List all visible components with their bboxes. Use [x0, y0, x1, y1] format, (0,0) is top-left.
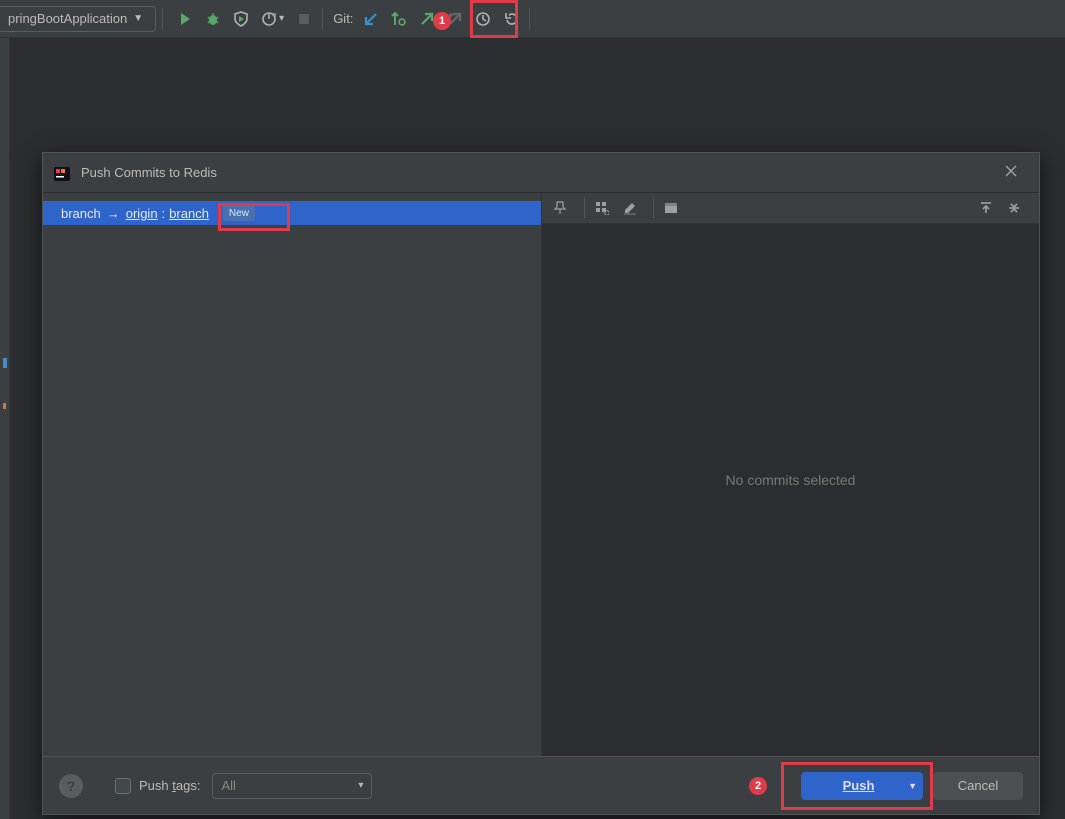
stop-icon[interactable]	[292, 7, 316, 31]
dialog-body: branch → origin : branch New	[43, 193, 1039, 756]
push-tags-checkbox[interactable]	[115, 778, 131, 794]
no-commits-placeholder: No commits selected	[542, 204, 1039, 756]
main-toolbar: pringBootApplication ▼ ▾ Git:	[0, 0, 1065, 38]
dialog-footer: ? Push tags: All ▾ 2 Push ▼ Cancel	[43, 756, 1039, 814]
debug-icon[interactable]	[201, 7, 225, 31]
annotation-badge-2: 2	[749, 777, 767, 795]
branch-colon: :	[162, 206, 166, 221]
dialog-titlebar: Push Commits to Redis	[43, 153, 1039, 193]
push-tags-select[interactable]: All ▾	[212, 773, 372, 799]
chevron-down-icon: ▾	[358, 780, 363, 791]
push-tags-label: Push tags:	[139, 778, 200, 793]
toolbar-separator	[322, 8, 323, 30]
local-branch-label: branch	[61, 206, 101, 221]
toolbar-separator	[529, 8, 530, 30]
push-dialog: Push Commits to Redis branch → origin : …	[42, 152, 1040, 815]
chevron-down-icon: ▼	[133, 13, 143, 24]
run-icon[interactable]	[173, 7, 197, 31]
coverage-icon[interactable]	[229, 7, 253, 31]
edit-icon[interactable]	[619, 197, 641, 219]
annotation-badge-1: 1	[433, 12, 451, 30]
app-icon	[53, 164, 71, 182]
close-icon[interactable]	[1003, 163, 1029, 179]
git-label: Git:	[333, 11, 353, 26]
diff-preview-pane: No commits selected	[542, 193, 1039, 756]
profile-chevron-icon[interactable]: ▾	[279, 13, 284, 24]
gutter-marker-orange	[3, 403, 6, 409]
pin-icon[interactable]	[550, 197, 572, 219]
target-branch-link[interactable]: branch	[169, 206, 209, 221]
run-config-label: pringBootApplication	[8, 11, 127, 26]
cancel-button[interactable]: Cancel	[933, 772, 1023, 800]
grid-icon[interactable]	[591, 197, 613, 219]
push-button[interactable]: Push ▼	[801, 772, 923, 800]
cancel-button-label: Cancel	[958, 778, 998, 793]
push-button-label: Push	[819, 778, 898, 793]
editor-gutter	[0, 38, 9, 819]
branch-row[interactable]: branch → origin : branch New	[43, 201, 541, 225]
new-branch-tag: New	[223, 205, 255, 221]
push-tags-select-value: All	[221, 778, 235, 793]
profile-icon[interactable]	[257, 7, 281, 31]
git-commit-icon[interactable]	[387, 7, 411, 31]
toolbar-separator	[162, 8, 163, 30]
git-pull-icon[interactable]	[359, 7, 383, 31]
arrow-icon: →	[107, 206, 120, 221]
gutter-marker-blue	[3, 358, 7, 368]
annotation-box-1	[470, 0, 518, 38]
run-config-dropdown[interactable]: pringBootApplication ▼	[0, 6, 156, 32]
collapse-all-icon[interactable]	[1003, 197, 1025, 219]
help-button[interactable]: ?	[59, 774, 83, 798]
dialog-title: Push Commits to Redis	[81, 165, 217, 180]
commits-tree-pane[interactable]: branch → origin : branch New	[43, 193, 541, 756]
push-button-chevron-icon: ▼	[908, 781, 917, 791]
expand-all-icon[interactable]	[975, 197, 997, 219]
remote-name-link[interactable]: origin	[126, 206, 158, 221]
preview-icon[interactable]	[660, 197, 682, 219]
